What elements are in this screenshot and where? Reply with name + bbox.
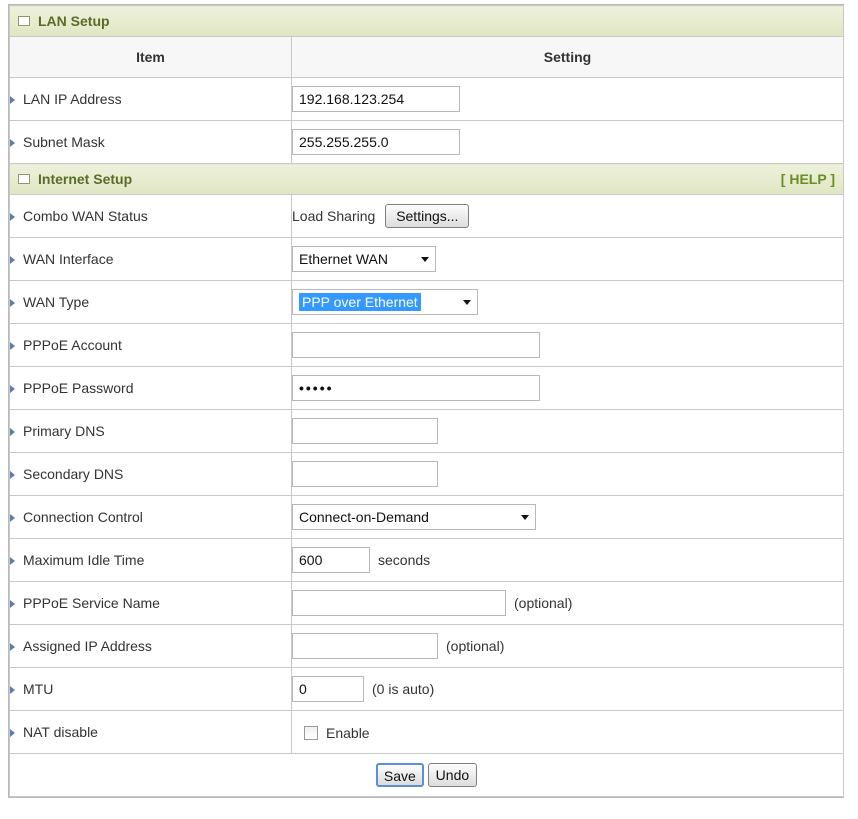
mtu-suffix: (0 is auto): [372, 681, 435, 697]
max-idle-label: Maximum Idle Time: [23, 552, 145, 568]
internet-setup-header: Internet Setup [ HELP ]: [9, 163, 844, 195]
wan-type-label: WAN Type: [23, 294, 90, 310]
combo-settings-button[interactable]: Settings...: [385, 204, 470, 228]
lan-ip-input[interactable]: [292, 86, 460, 112]
lan-ip-row: LAN IP Address: [9, 77, 844, 121]
subnet-mask-row: Subnet Mask: [9, 120, 844, 164]
service-name-label: PPPoE Service Name: [23, 595, 160, 611]
connection-control-value: Connect-on-Demand: [299, 509, 429, 525]
combo-wan-row: Combo WAN Status Load Sharing Settings..…: [9, 194, 844, 238]
undo-button[interactable]: Undo: [427, 763, 478, 787]
arrow-icon: [10, 256, 15, 264]
secondary-dns-label: Secondary DNS: [23, 466, 124, 482]
chevron-down-icon: [463, 299, 471, 305]
max-idle-row: Maximum Idle Time seconds: [9, 538, 844, 582]
settings-frame: LAN Setup Item Setting LAN IP Address Su…: [8, 4, 844, 798]
arrow-icon: [10, 557, 15, 565]
action-row: Save Undo: [9, 753, 844, 797]
primary-dns-row: Primary DNS: [9, 409, 844, 453]
assigned-ip-row: Assigned IP Address (optional): [9, 624, 844, 668]
assigned-ip-label: Assigned IP Address: [23, 638, 152, 654]
column-header-row: Item Setting: [9, 36, 844, 78]
assigned-ip-input[interactable]: [292, 633, 438, 659]
arrow-icon: [10, 96, 15, 104]
help-link[interactable]: [ HELP ]: [781, 171, 843, 187]
wan-interface-value: Ethernet WAN: [299, 251, 388, 267]
wan-type-select[interactable]: PPP over Ethernet: [292, 289, 478, 315]
connection-control-select[interactable]: Connect-on-Demand: [292, 504, 536, 530]
service-name-input[interactable]: [292, 590, 506, 616]
arrow-icon: [10, 600, 15, 608]
arrow-icon: [10, 299, 15, 307]
lan-ip-label: LAN IP Address: [23, 91, 122, 107]
pppoe-account-label: PPPoE Account: [23, 337, 122, 353]
max-idle-suffix: seconds: [378, 552, 431, 568]
pppoe-password-input[interactable]: [292, 375, 540, 401]
combo-wan-value: Load Sharing: [292, 208, 376, 224]
primary-dns-label: Primary DNS: [23, 423, 105, 439]
primary-dns-input[interactable]: [292, 418, 438, 444]
chevron-down-icon: [521, 514, 529, 520]
arrow-icon: [10, 428, 15, 436]
arrow-icon: [10, 342, 15, 350]
connection-control-row: Connection Control Connect-on-Demand: [9, 495, 844, 539]
arrow-icon: [10, 729, 15, 737]
column-item: Item: [9, 36, 292, 78]
nat-enable-label: Enable: [326, 724, 370, 741]
mtu-row: MTU (0 is auto): [9, 667, 844, 711]
pppoe-password-label: PPPoE Password: [23, 380, 134, 396]
service-name-row: PPPoE Service Name (optional): [9, 581, 844, 625]
nat-enable-checkbox[interactable]: [304, 725, 318, 740]
subnet-mask-input[interactable]: [292, 129, 460, 155]
mtu-label: MTU: [23, 681, 54, 697]
secondary-dns-row: Secondary DNS: [9, 452, 844, 496]
nat-disable-label: NAT disable: [23, 724, 98, 740]
save-button[interactable]: Save: [375, 763, 424, 787]
pppoe-account-row: PPPoE Account: [9, 323, 844, 367]
mtu-input[interactable]: [292, 676, 364, 702]
arrow-icon: [10, 686, 15, 694]
combo-wan-label: Combo WAN Status: [23, 208, 148, 224]
arrow-icon: [10, 139, 15, 147]
pppoe-account-input[interactable]: [292, 332, 540, 358]
connection-control-label: Connection Control: [23, 509, 143, 525]
wan-interface-label: WAN Interface: [23, 251, 114, 267]
wan-interface-select[interactable]: Ethernet WAN: [292, 246, 436, 272]
column-setting: Setting: [291, 36, 844, 78]
subnet-mask-label: Subnet Mask: [23, 134, 105, 150]
lan-setup-title: LAN Setup: [38, 13, 110, 29]
arrow-icon: [10, 471, 15, 479]
secondary-dns-input[interactable]: [292, 461, 438, 487]
lan-setup-header: LAN Setup: [9, 5, 844, 37]
nat-disable-row: NAT disable Enable: [9, 710, 844, 754]
arrow-icon: [10, 643, 15, 651]
wan-type-row: WAN Type PPP over Ethernet: [9, 280, 844, 324]
max-idle-input[interactable]: [292, 547, 370, 573]
settings-table: LAN Setup Item Setting LAN IP Address Su…: [9, 5, 844, 797]
collapse-icon[interactable]: [18, 16, 30, 26]
internet-setup-title: Internet Setup: [38, 171, 133, 187]
arrow-icon: [10, 514, 15, 522]
wan-interface-row: WAN Interface Ethernet WAN: [9, 237, 844, 281]
chevron-down-icon: [421, 256, 429, 262]
pppoe-password-row: PPPoE Password: [9, 366, 844, 410]
collapse-icon[interactable]: [18, 174, 30, 184]
arrow-icon: [10, 213, 15, 221]
assigned-ip-suffix: (optional): [446, 638, 505, 654]
service-name-suffix: (optional): [514, 595, 573, 611]
wan-type-value: PPP over Ethernet: [299, 293, 421, 311]
arrow-icon: [10, 385, 15, 393]
